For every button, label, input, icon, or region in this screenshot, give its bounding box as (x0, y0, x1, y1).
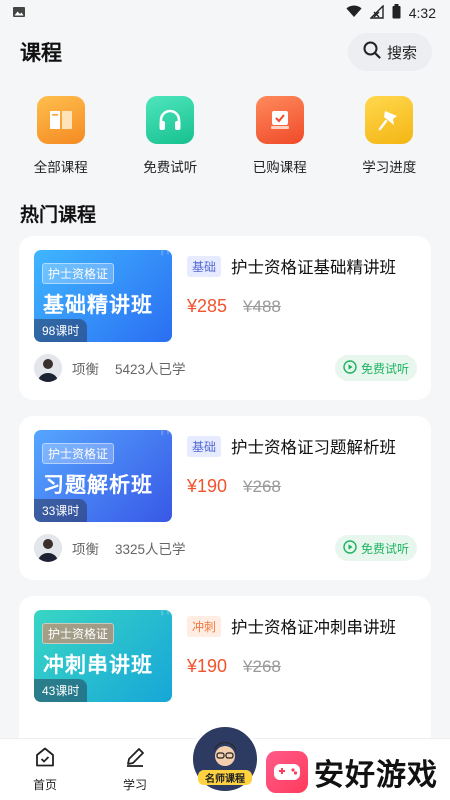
course-thumbnail: NURSE 护士资格证 基础精讲班 98课时 (34, 250, 172, 342)
course-title: 护士资格证基础精讲班 (231, 259, 397, 277)
thumbnail-course-name: 基础精讲班 (43, 294, 153, 317)
section-title: 热门课程 (20, 205, 97, 226)
course-original-price: ¥268 (243, 477, 281, 496)
course-title: 护士资格证冲刺串讲班 (231, 619, 397, 637)
course-hours: 43课时 (34, 679, 88, 702)
play-circle-icon (343, 359, 357, 377)
course-hours: 98课时 (34, 319, 88, 342)
gamepad-logo-icon (266, 751, 308, 793)
teacher-name: 项衡 (72, 362, 99, 377)
course-price: ¥285 (187, 296, 228, 316)
learner-count: 3325人已学 (115, 542, 186, 557)
signal-icon (369, 3, 384, 22)
quick-nav-label: 已购课程 (252, 160, 307, 175)
thumbnail-course-name: 习题解析班 (43, 474, 153, 497)
quick-nav-all-courses[interactable]: 全部课程 (16, 96, 106, 190)
course-info: 冲刺 护士资格证冲刺串讲班 ¥190 ¥268 (187, 614, 417, 677)
quick-nav-progress[interactable]: 学习进度 (344, 96, 434, 190)
headphones-icon (146, 96, 195, 144)
status-bar: 4:32 (0, 0, 450, 26)
search-label: 搜索 (386, 44, 417, 62)
thumbnail-tag: 护士资格证 (42, 623, 115, 644)
wifi-icon (346, 5, 362, 21)
free-trial-button[interactable]: 免费试听 (334, 355, 417, 381)
course-info: 基础 护士资格证习题解析班 ¥190 ¥268 (187, 434, 417, 497)
learner-count: 5423人已学 (115, 362, 186, 377)
course-original-price: ¥268 (243, 657, 281, 676)
thumbnail-tag: 护士资格证 (42, 263, 115, 284)
page-header: 课程 搜索 (0, 26, 450, 78)
status-time: 4:32 (408, 5, 436, 21)
tab-home[interactable]: 首页 (0, 739, 90, 800)
site-watermark: 安好游戏 (266, 750, 438, 794)
tab-label: 学习 (122, 778, 147, 792)
free-trial-label: 免费试听 (360, 361, 409, 376)
free-trial-button[interactable]: 免费试听 (334, 535, 417, 561)
watermark-text: 安好游戏 (314, 759, 438, 792)
course-card[interactable]: NURSE 护士资格证 习题解析班 33课时 基础 护士资格证习题解析班 ¥19… (19, 416, 431, 580)
purchased-icon (255, 96, 304, 144)
quick-nav-label: 学习进度 (362, 160, 417, 175)
teacher-avatar (34, 354, 62, 382)
search-icon (363, 41, 381, 63)
level-badge: 冲刺 (187, 615, 222, 637)
course-title: 护士资格证习题解析班 (231, 439, 397, 457)
page-title: 课程 (20, 42, 62, 65)
promo-label: 名师课程 (198, 770, 252, 785)
gallery-notification-icon (12, 5, 26, 22)
course-original-price: ¥488 (243, 297, 281, 316)
pencil-icon (124, 746, 146, 771)
teacher-avatar (34, 534, 62, 562)
course-price: ¥190 (187, 656, 228, 676)
play-circle-icon (343, 539, 357, 557)
course-thumbnail: NURSE 护士资格证 习题解析班 33课时 (34, 430, 172, 522)
course-info: 基础 护士资格证基础精讲班 ¥285 ¥488 (187, 254, 417, 317)
quick-nav: 全部课程 免费试听 已购课程 学习进度 (0, 78, 450, 190)
book-icon (36, 96, 85, 144)
course-list: NURSE 护士资格证 基础精讲班 98课时 基础 护士资格证基础精讲班 ¥28… (0, 236, 450, 760)
search-button[interactable]: 搜索 (348, 33, 432, 71)
thumbnail-tag: 护士资格证 (42, 443, 115, 464)
course-card[interactable]: NURSE 护士资格证 基础精讲班 98课时 基础 护士资格证基础精讲班 ¥28… (19, 236, 431, 400)
battery-icon (392, 4, 401, 22)
tab-study[interactable]: 学习 (90, 739, 180, 800)
thumbnail-bg-text: NURSE (155, 250, 172, 258)
free-trial-label: 免费试听 (360, 541, 409, 556)
quick-nav-label: 免费试听 (143, 160, 198, 175)
course-hours: 33课时 (34, 499, 88, 522)
thumbnail-course-name: 冲刺串讲班 (43, 654, 153, 677)
level-badge: 基础 (187, 255, 222, 277)
course-footer: 项衡 5423人已学 免费试听 (34, 354, 417, 382)
home-icon (34, 746, 56, 771)
quick-nav-free-trial[interactable]: 免费试听 (125, 96, 215, 190)
pin-icon (365, 96, 414, 144)
level-badge: 基础 (187, 435, 222, 457)
course-price: ¥190 (187, 476, 228, 496)
course-footer: 项衡 3325人已学 免费试听 (34, 534, 417, 562)
famous-teacher-promo[interactable]: 名师课程 (190, 724, 260, 794)
thumbnail-bg-text: NURSE (155, 610, 172, 618)
tab-label: 首页 (32, 778, 57, 792)
course-thumbnail: NURSE 护士资格证 冲刺串讲班 43课时 (34, 610, 172, 702)
thumbnail-bg-text: NURSE (155, 430, 172, 438)
quick-nav-purchased[interactable]: 已购课程 (235, 96, 325, 190)
teacher-name: 项衡 (72, 542, 99, 557)
quick-nav-label: 全部课程 (33, 160, 88, 175)
